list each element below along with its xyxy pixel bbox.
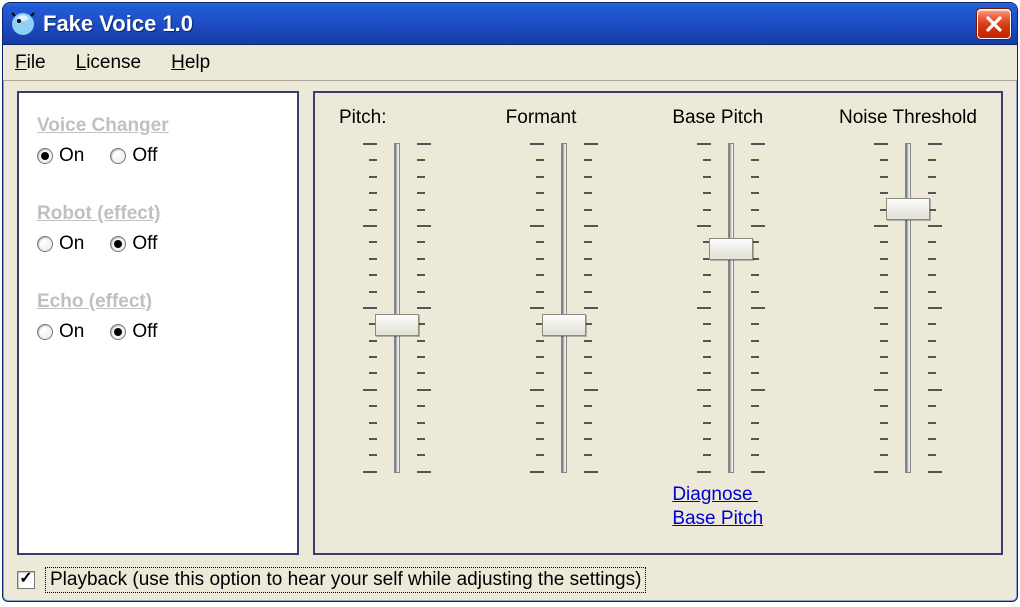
robot-title: Robot (effect) <box>37 203 279 225</box>
client-area: Voice Changer On Off Robot (effect) <box>3 81 1017 601</box>
playback-row: Playback (use this option to hear your s… <box>17 567 1003 593</box>
pitch-slider[interactable] <box>357 143 437 473</box>
base-pitch-slider[interactable] <box>691 143 771 473</box>
menubar: File License Help <box>3 45 1017 81</box>
robot-group: Robot (effect) On Off <box>37 203 279 255</box>
diagnose-base-pitch-link[interactable]: Diagnose Base Pitch <box>672 483 763 531</box>
pitch-slider-group: Pitch: <box>339 107 456 541</box>
close-icon <box>985 15 1003 33</box>
noise-threshold-slider[interactable] <box>868 143 948 473</box>
echo-off-radio[interactable]: Off <box>110 321 157 343</box>
echo-on-radio[interactable]: On <box>37 321 84 343</box>
app-window: Fake Voice 1.0 File License Help Voice C… <box>2 2 1018 602</box>
noise-threshold-slider-thumb[interactable] <box>886 198 930 220</box>
app-icon <box>11 12 35 36</box>
pitch-slider-thumb[interactable] <box>375 314 419 336</box>
sliders-panel: Pitch: Formant <box>313 91 1003 555</box>
playback-checkbox[interactable] <box>17 571 35 589</box>
voice-changer-title: Voice Changer <box>37 115 279 137</box>
formant-slider-thumb[interactable] <box>542 314 586 336</box>
voice-changer-off-radio[interactable]: Off <box>110 145 157 167</box>
effects-panel: Voice Changer On Off Robot (effect) <box>17 91 299 555</box>
base-pitch-label: Base Pitch <box>672 107 763 129</box>
echo-group: Echo (effect) On Off <box>37 291 279 343</box>
panels: Voice Changer On Off Robot (effect) <box>17 91 1003 555</box>
playback-label[interactable]: Playback (use this option to hear your s… <box>45 567 646 593</box>
formant-slider-group: Formant <box>506 107 623 541</box>
voice-changer-group: Voice Changer On Off <box>37 115 279 167</box>
echo-title: Echo (effect) <box>37 291 279 313</box>
robot-on-radio[interactable]: On <box>37 233 84 255</box>
noise-threshold-slider-group: Noise Threshold <box>839 107 977 541</box>
base-pitch-slider-thumb[interactable] <box>709 238 753 260</box>
titlebar: Fake Voice 1.0 <box>3 3 1017 45</box>
base-pitch-slider-group: Base Pitch Diagnose Base Pitch <box>672 107 789 541</box>
menu-license[interactable]: License <box>70 50 148 76</box>
close-button[interactable] <box>977 9 1011 39</box>
menu-help[interactable]: Help <box>165 50 216 76</box>
voice-changer-on-radio[interactable]: On <box>37 145 84 167</box>
formant-label: Formant <box>506 107 577 129</box>
robot-off-radio[interactable]: Off <box>110 233 157 255</box>
noise-threshold-label: Noise Threshold <box>839 107 977 129</box>
window-title: Fake Voice 1.0 <box>43 11 977 37</box>
formant-slider[interactable] <box>524 143 604 473</box>
pitch-label: Pitch: <box>339 107 387 129</box>
menu-file[interactable]: File <box>9 50 52 76</box>
